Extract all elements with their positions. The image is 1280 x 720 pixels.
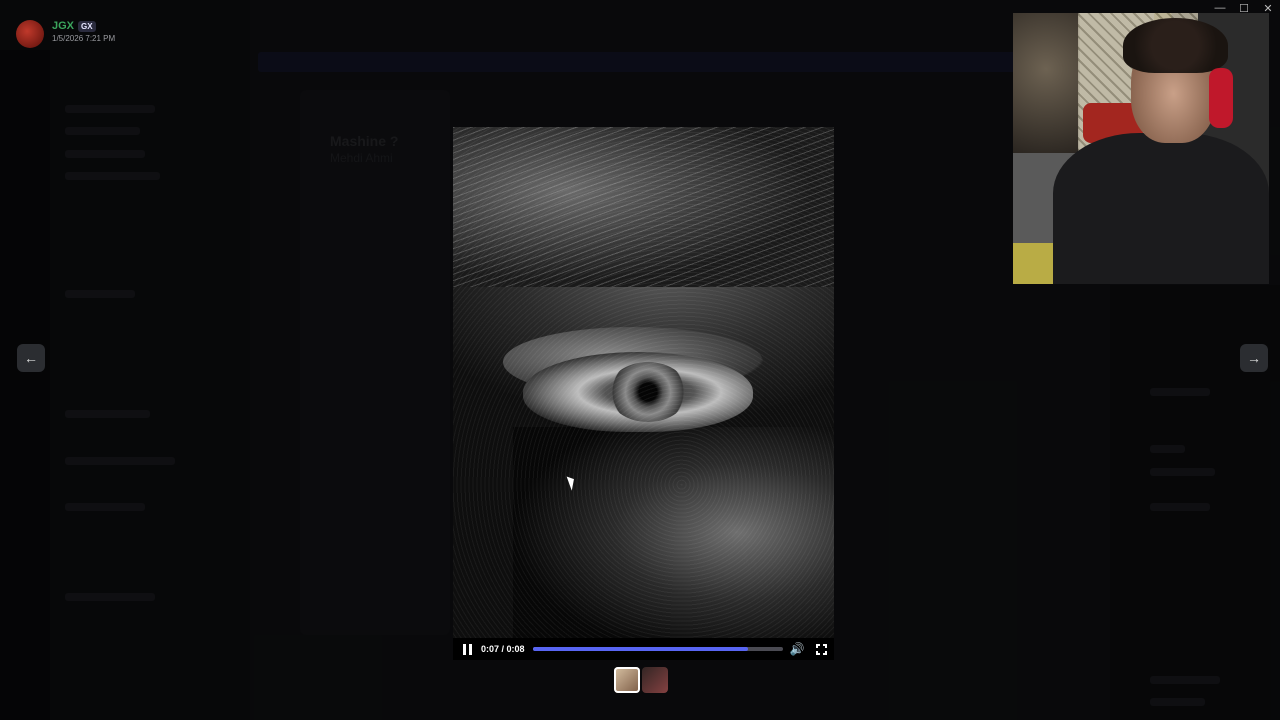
volume-icon[interactable]: 🔊 xyxy=(787,639,807,659)
thumbnail-1[interactable] xyxy=(614,667,640,693)
fullscreen-icon[interactable] xyxy=(811,639,831,659)
upload-timestamp: 1/5/2026 7:21 PM xyxy=(52,34,116,43)
avatar[interactable] xyxy=(16,20,44,48)
webcam-overlay xyxy=(1013,13,1269,284)
webcam-poster xyxy=(1013,13,1079,153)
pause-icon[interactable] xyxy=(457,639,477,659)
uploader-info: JGX GX 1/5/2026 7:21 PM xyxy=(16,20,115,48)
webcam-person-body xyxy=(1053,133,1269,284)
video-controls: 0:07 / 0:08 🔊 xyxy=(453,638,834,660)
webcam-person-hair xyxy=(1123,18,1228,73)
media-thumbnails xyxy=(614,667,668,693)
arrow-right-icon: → xyxy=(1247,350,1261,366)
seek-bar-progress xyxy=(533,647,748,651)
thumbnail-2[interactable] xyxy=(642,667,668,693)
previous-media-button[interactable]: ← xyxy=(17,344,45,372)
seek-bar[interactable] xyxy=(533,647,783,651)
uploader-name[interactable]: JGX xyxy=(52,20,74,32)
headphones-icon xyxy=(1209,68,1233,128)
guild-tag: GX xyxy=(78,20,96,32)
video-frame-texture xyxy=(453,127,834,638)
playback-time: 0:07 / 0:08 xyxy=(481,644,525,654)
next-media-button[interactable]: → xyxy=(1240,344,1268,372)
arrow-left-icon: ← xyxy=(24,350,38,366)
video-player[interactable] xyxy=(453,127,834,638)
